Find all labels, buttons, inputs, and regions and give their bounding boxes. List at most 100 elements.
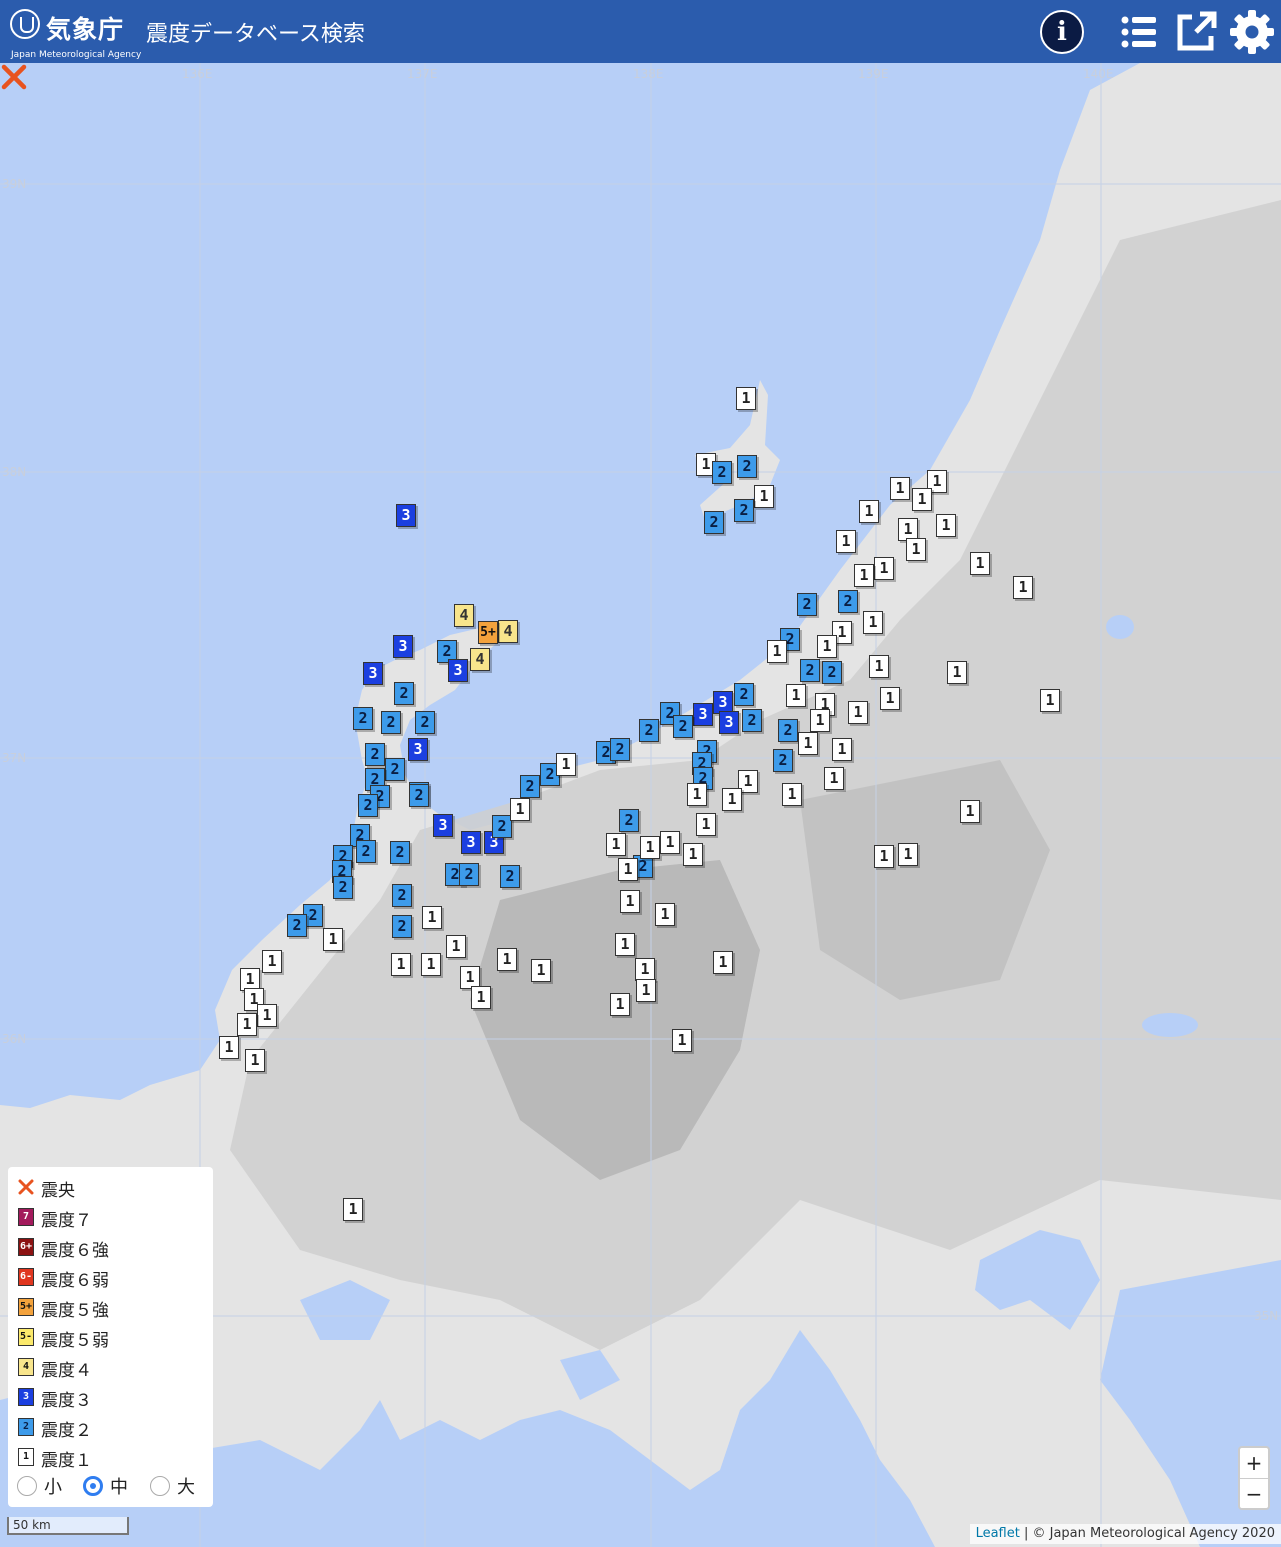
intensity-marker[interactable]: 2 [773,749,793,772]
intensity-marker[interactable]: 1 [219,1036,239,1059]
intensity-marker[interactable]: 4 [498,620,518,643]
intensity-marker[interactable]: 2 [390,841,410,864]
intensity-marker[interactable]: 2 [838,590,858,613]
intensity-marker[interactable]: 3 [363,662,383,685]
intensity-marker[interactable]: 2 [520,775,540,798]
intensity-marker[interactable]: 1 [531,959,551,982]
intensity-marker[interactable]: 1 [880,687,900,710]
intensity-marker[interactable]: 1 [836,530,856,553]
intensity-marker[interactable]: 1 [863,611,883,634]
intensity-marker[interactable]: 1 [912,488,932,511]
intensity-marker[interactable]: 1 [618,858,638,881]
intensity-marker[interactable]: 2 [800,659,820,682]
intensity-marker[interactable]: 2 [737,455,757,478]
intensity-marker[interactable]: 1 [817,635,837,658]
leaflet-link[interactable]: Leaflet [976,1526,1020,1541]
intensity-marker[interactable]: 2 [673,715,693,738]
intensity-marker[interactable]: 1 [610,993,630,1016]
intensity-marker[interactable]: 3 [433,814,453,837]
intensity-marker[interactable]: 1 [854,564,874,587]
intensity-marker[interactable]: 3 [408,738,428,761]
open-external-button[interactable] [1172,8,1220,56]
intensity-marker[interactable]: 1 [859,500,879,523]
intensity-marker[interactable]: 3 [448,659,468,682]
zoom-in-button[interactable]: + [1240,1448,1268,1479]
intensity-marker[interactable]: 1 [635,958,655,981]
intensity-marker[interactable]: 1 [898,843,918,866]
intensity-marker[interactable]: 1 [606,833,626,856]
intensity-marker[interactable]: 2 [797,593,817,616]
intensity-marker[interactable]: 1 [446,935,466,958]
intensity-marker[interactable]: 2 [409,784,429,807]
intensity-marker[interactable]: 1 [767,640,787,663]
intensity-marker[interactable]: 2 [385,758,405,781]
intensity-marker[interactable]: 2 [356,840,376,863]
intensity-marker[interactable]: 1 [947,661,967,684]
intensity-marker[interactable]: 3 [693,703,713,726]
intensity-marker[interactable]: 1 [257,1004,277,1027]
intensity-marker[interactable]: 1 [970,552,990,575]
intensity-marker[interactable]: 1 [1040,689,1060,712]
intensity-marker[interactable]: 1 [672,1029,692,1052]
intensity-marker[interactable]: 3 [719,711,739,734]
intensity-marker[interactable]: 2 [500,865,520,888]
intensity-marker[interactable]: 1 [874,557,894,580]
intensity-marker[interactable]: 1 [782,783,802,806]
intensity-marker[interactable]: 1 [722,788,742,811]
intensity-marker[interactable]: 3 [393,635,413,658]
intensity-marker[interactable]: 1 [890,477,910,500]
intensity-marker[interactable]: 3 [396,504,416,527]
intensity-marker[interactable]: 1 [687,783,707,806]
intensity-marker[interactable]: 1 [810,709,830,732]
intensity-marker[interactable]: 2 [287,914,307,937]
intensity-marker[interactable]: 1 [683,843,703,866]
intensity-marker[interactable]: 1 [655,903,675,926]
list-button[interactable] [1116,8,1164,56]
intensity-marker[interactable]: 2 [712,461,732,484]
intensity-marker[interactable]: 1 [798,732,818,755]
intensity-marker[interactable]: 2 [704,511,724,534]
intensity-marker[interactable]: 1 [620,890,640,913]
intensity-marker[interactable]: 1 [696,813,716,836]
intensity-marker[interactable]: 2 [822,661,842,684]
intensity-marker[interactable]: 2 [365,743,385,766]
intensity-marker[interactable]: 2 [394,682,414,705]
intensity-marker[interactable]: 2 [358,794,378,817]
intensity-marker[interactable]: 5+ [478,621,498,644]
intensity-marker[interactable]: 2 [742,709,762,732]
intensity-marker[interactable]: 1 [497,948,517,971]
jma-logo[interactable]: 気象庁 Japan Meteorological Agency [10,6,141,60]
intensity-marker[interactable]: 1 [936,514,956,537]
intensity-marker[interactable]: 1 [471,986,491,1009]
intensity-marker[interactable]: 3 [461,831,481,854]
intensity-marker[interactable]: 1 [713,951,733,974]
intensity-marker[interactable]: 2 [392,915,412,938]
intensity-marker[interactable]: 1 [615,933,635,956]
intensity-marker[interactable]: 2 [778,719,798,742]
settings-button[interactable] [1228,8,1276,56]
intensity-marker[interactable]: 2 [381,711,401,734]
radio-button[interactable] [17,1476,37,1496]
intensity-marker[interactable]: 2 [734,499,754,522]
intensity-marker[interactable]: 2 [333,876,353,899]
intensity-marker[interactable]: 1 [262,950,282,973]
intensity-marker[interactable]: 1 [848,701,868,724]
epicenter-marker[interactable] [0,63,28,91]
intensity-marker[interactable]: 1 [556,753,576,776]
intensity-marker[interactable]: 4 [454,604,474,627]
intensity-marker[interactable]: 1 [323,928,343,951]
radio-button[interactable] [150,1476,170,1496]
intensity-marker[interactable]: 2 [353,707,373,730]
intensity-marker[interactable]: 1 [343,1198,363,1221]
info-button[interactable]: i [1038,8,1086,56]
intensity-marker[interactable]: 2 [610,738,630,761]
intensity-marker[interactable]: 1 [1013,576,1033,599]
intensity-marker[interactable]: 1 [786,684,806,707]
intensity-marker[interactable]: 1 [660,831,680,854]
intensity-marker[interactable]: 1 [874,845,894,868]
intensity-marker[interactable]: 1 [391,953,411,976]
intensity-marker[interactable]: 1 [636,979,656,1002]
intensity-marker[interactable]: 1 [869,655,889,678]
intensity-marker[interactable]: 1 [736,387,756,410]
intensity-marker[interactable]: 2 [415,711,435,734]
